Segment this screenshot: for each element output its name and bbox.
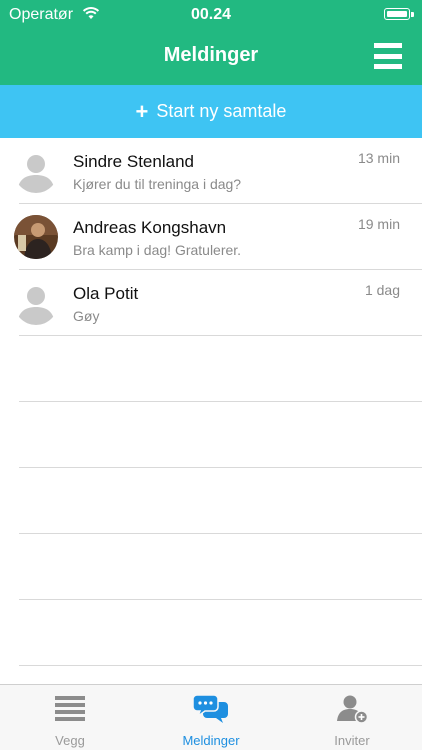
start-new-conversation-label: Start ny samtale xyxy=(156,101,287,121)
tab-label: Inviter xyxy=(334,733,370,748)
menu-icon[interactable] xyxy=(374,43,402,69)
divider xyxy=(19,599,422,600)
list-icon xyxy=(55,696,85,721)
battery-icon xyxy=(384,8,414,20)
message-time: 1 dag xyxy=(364,282,400,298)
default-avatar-icon xyxy=(14,281,58,325)
divider xyxy=(19,665,422,666)
add-user-icon xyxy=(337,695,369,724)
tab-meldinger[interactable]: Meldinger xyxy=(141,685,281,751)
header-bar: Operatør 00.24 Meldinger xyxy=(0,0,422,85)
tab-label: Vegg xyxy=(55,733,85,748)
clock: 00.24 xyxy=(190,6,232,23)
photo-avatar xyxy=(14,215,58,259)
chat-bubbles-icon xyxy=(193,694,228,723)
divider xyxy=(19,335,422,336)
tab-bar: Vegg Meldinger Inviter xyxy=(0,684,422,750)
contact-name: Sindre Stenland xyxy=(73,152,194,171)
divider xyxy=(19,533,422,534)
start-new-conversation-button[interactable]: + Start ny samtale xyxy=(0,85,422,138)
message-preview: Kjører du til treninga i dag? xyxy=(73,176,242,192)
message-time: 19 min xyxy=(357,216,400,232)
page-title: Meldinger xyxy=(163,44,259,66)
divider xyxy=(19,401,422,402)
tab-label: Meldinger xyxy=(182,733,240,748)
tab-inviter[interactable]: Inviter xyxy=(282,685,422,751)
plus-icon: + xyxy=(135,98,149,124)
contact-name: Ola Potit xyxy=(73,284,139,303)
conversation-list: Sindre Stenland Kjører du til treninga i… xyxy=(0,138,422,336)
conversation-row[interactable]: Ola Potit Gøy 1 dag xyxy=(0,270,422,336)
conversation-row[interactable]: Andreas Kongshavn Bra kamp i dag! Gratul… xyxy=(0,204,422,270)
status-bar: Operatør 00.24 xyxy=(0,0,422,30)
divider xyxy=(19,467,422,468)
conversation-row[interactable]: Sindre Stenland Kjører du til treninga i… xyxy=(0,138,422,204)
tab-vegg[interactable]: Vegg xyxy=(0,685,140,751)
message-preview: Bra kamp i dag! Gratulerer. xyxy=(73,242,242,258)
message-preview: Gøy xyxy=(73,308,100,324)
message-time: 13 min xyxy=(357,150,400,166)
contact-name: Andreas Kongshavn xyxy=(73,218,227,237)
default-avatar-icon xyxy=(14,149,58,193)
